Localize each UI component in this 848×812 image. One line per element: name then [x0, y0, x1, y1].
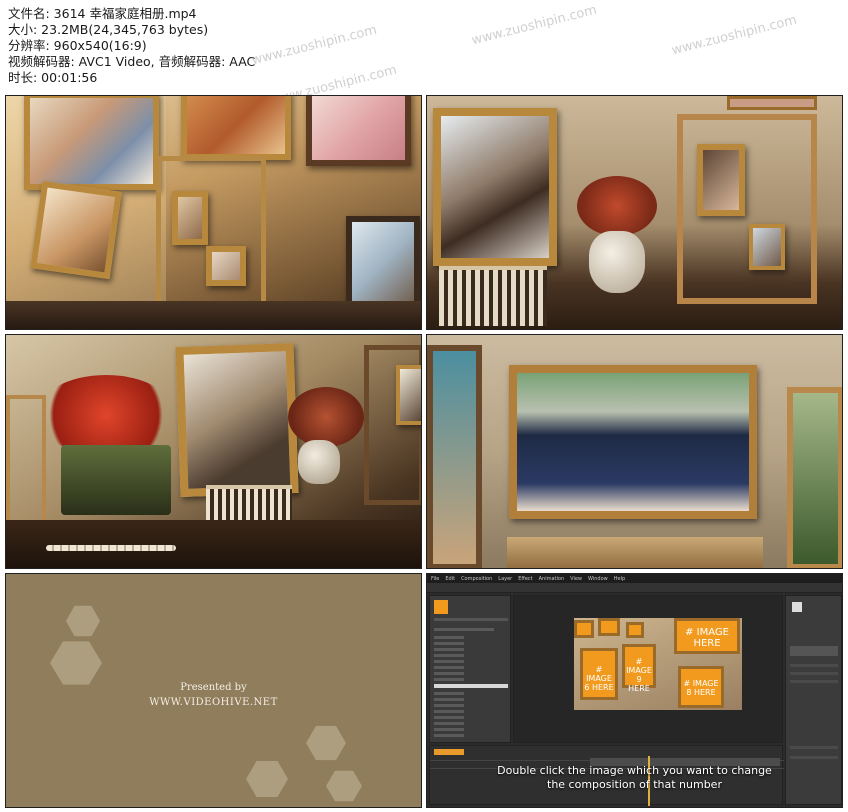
color-swatch[interactable]: [792, 602, 802, 612]
menu-composition[interactable]: Composition: [461, 576, 492, 582]
menu-file[interactable]: File: [431, 576, 439, 582]
image-tile-main[interactable]: # IMAGE HERE: [674, 618, 740, 654]
thumbnail-1: [5, 95, 422, 330]
presented-by-label: Presented by: [180, 682, 247, 693]
menu-edit[interactable]: Edit: [445, 576, 455, 582]
photo-frame: [181, 96, 291, 160]
caption-line-2: the composition of that number: [547, 778, 722, 791]
frame-box: [507, 537, 763, 568]
photo-frame: [175, 342, 299, 498]
photo-frame: [749, 224, 785, 270]
menu-effect[interactable]: Effect: [518, 576, 532, 582]
photo-frame: [346, 216, 420, 312]
file-duration: 时长: 00:01:56: [8, 70, 98, 85]
menu-help[interactable]: Help: [614, 576, 625, 582]
menu-animation[interactable]: Animation: [539, 576, 565, 582]
photo-frame: [427, 345, 482, 568]
menu-view[interactable]: View: [570, 576, 582, 582]
menu-window[interactable]: Window: [588, 576, 608, 582]
caption-line-1: Double click the image which you want to…: [497, 764, 772, 777]
photo-frame: [787, 387, 842, 568]
file-size: 大小: 23.2MB(24,345,763 bytes): [8, 22, 209, 37]
project-panel[interactable]: [429, 595, 511, 743]
photo-frame: [206, 246, 246, 286]
watermark: www.zuoshipin.com: [670, 12, 799, 59]
menu-layer[interactable]: Layer: [498, 576, 512, 582]
search-field[interactable]: [434, 618, 508, 621]
graduation-frame: [509, 365, 757, 519]
thumbnail-3: [5, 334, 422, 569]
photo-frame: [396, 365, 421, 425]
presented-site: WWW.VIDEOHIVE.NET: [149, 697, 278, 708]
hexagon-shape: [66, 605, 100, 637]
vase: [589, 231, 645, 293]
selected-item[interactable]: [434, 684, 508, 688]
file-name: 文件名: 3614 幸福家庭相册.mp4: [8, 6, 197, 21]
tulips: [36, 375, 176, 455]
time-display[interactable]: [434, 749, 464, 755]
hexagon-shape: [246, 761, 288, 797]
photo-frame: [24, 96, 159, 190]
roses: [577, 176, 657, 236]
flower-vase: [61, 445, 171, 515]
photo-frame: [433, 108, 557, 266]
photo-frame: [306, 96, 411, 166]
vase: [298, 440, 340, 484]
image-tile-6[interactable]: # IMAGE 6 HERE: [580, 648, 618, 700]
stand-comb: [206, 485, 292, 525]
photo-frame: [172, 191, 208, 245]
photo-frame: [697, 144, 745, 216]
photo-frame: [727, 96, 817, 110]
comp-thumbnail: [434, 600, 448, 614]
menu-bar: File Edit Composition Layer Effect Anima…: [427, 574, 842, 583]
hexagon-shape: [50, 641, 102, 685]
character-panel[interactable]: [790, 646, 838, 656]
roses: [288, 387, 364, 447]
thumbnail-6: File Edit Composition Layer Effect Anima…: [426, 573, 843, 808]
image-tile[interactable]: [626, 622, 644, 638]
file-info: 文件名: 3614 幸福家庭相册.mp4 大小: 23.2MB(24,345,7…: [8, 6, 528, 86]
image-tile[interactable]: [598, 618, 620, 636]
stand-comb: [439, 266, 547, 326]
comp-preview[interactable]: # IMAGE 6 HERE # IMAGE 9 HERE # IMAGE HE…: [574, 618, 742, 710]
thumbnail-2: [426, 95, 843, 330]
shelf: [6, 301, 421, 329]
composition-viewer[interactable]: # IMAGE 6 HERE # IMAGE 9 HERE # IMAGE HE…: [513, 595, 783, 743]
photo-frame: [30, 180, 122, 280]
tools-toolbar[interactable]: [427, 583, 842, 593]
hexagon-shape: [306, 725, 346, 761]
image-tile-9[interactable]: # IMAGE 9 HERE: [622, 644, 656, 693]
thumbnail-5: Presented by WWW.VIDEOHIVE.NET: [5, 573, 422, 808]
image-tile-8[interactable]: # IMAGE 8 HERE: [678, 666, 724, 708]
pearl-necklace: [46, 545, 176, 551]
thumbnail-4: [426, 334, 843, 569]
image-tile[interactable]: [574, 620, 594, 638]
hexagon-shape: [326, 770, 362, 802]
